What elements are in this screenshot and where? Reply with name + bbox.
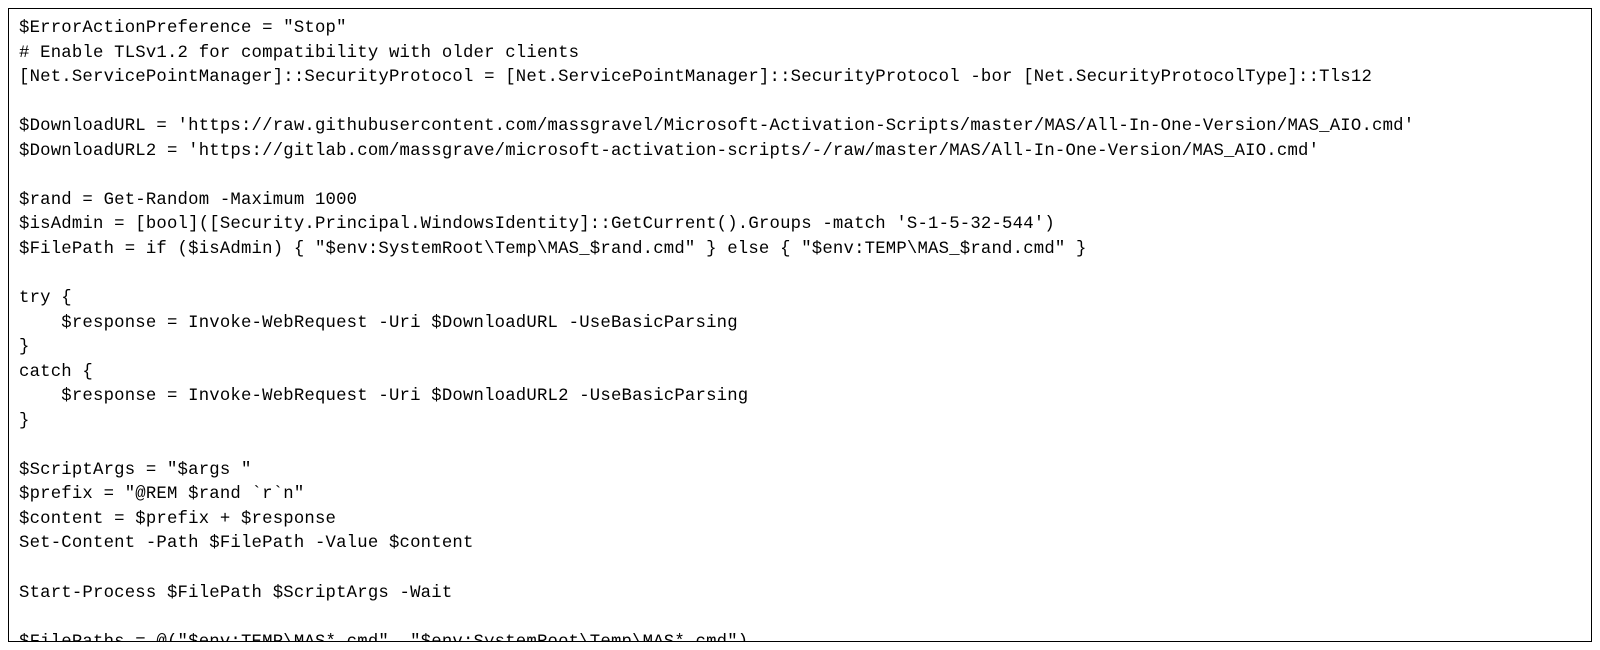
code-container: $ErrorActionPreference = "Stop" # Enable… (8, 8, 1592, 642)
code-block: $ErrorActionPreference = "Stop" # Enable… (19, 17, 1581, 642)
